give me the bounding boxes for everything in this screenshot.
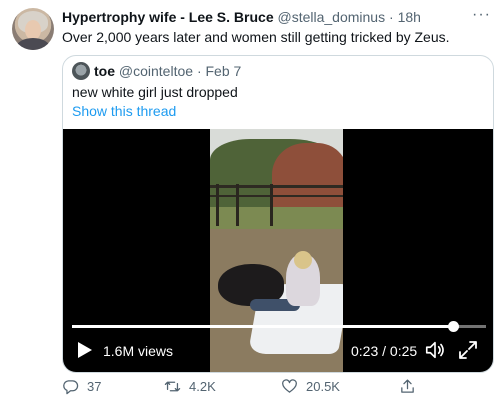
reply-count: 37 [87, 378, 102, 394]
fullscreen-icon[interactable] [458, 340, 478, 360]
tweet-header: Hypertrophy wife - Lee S. Bruce @stella_… [62, 9, 421, 26]
like-button[interactable]: 20.5K [281, 376, 340, 396]
video-progress-bar[interactable] [72, 321, 486, 332]
quoted-tweet[interactable]: toe @cointeltoe · Feb 7 new white girl j… [62, 55, 494, 373]
quoted-author-name[interactable]: toe [94, 63, 115, 79]
video-fence-post [270, 184, 273, 226]
reply-icon [63, 379, 79, 394]
tweet-actions: 37 4.2K 20.5K [62, 376, 494, 396]
video-player[interactable]: 1.6M views 0:23 / 0:25 [63, 129, 493, 372]
video-girl-hair [294, 251, 312, 269]
ellipsis-icon[interactable]: ··· [472, 6, 491, 24]
author-handle[interactable]: @stella_dominus [278, 9, 386, 25]
video-fence-post [236, 184, 239, 226]
quoted-tweet-text: new white girl just dropped [72, 84, 238, 100]
like-count: 20.5K [306, 378, 340, 394]
video-fence-rail [210, 185, 343, 188]
video-fence-rail [210, 195, 343, 197]
quoted-author-handle[interactable]: @cointeltoe [119, 63, 193, 79]
video-red-bush [272, 143, 343, 213]
video-progress-knob[interactable] [447, 321, 459, 332]
quoted-tweet-header: toe @cointeltoe · Feb 7 [94, 63, 241, 80]
retweet-icon [164, 381, 181, 391]
tweet[interactable]: Hypertrophy wife - Lee S. Bruce @stella_… [0, 0, 501, 400]
quoted-tweet-timestamp[interactable]: Feb 7 [206, 63, 242, 79]
separator-dot: · [196, 63, 202, 79]
share-icon [401, 378, 414, 393]
video-timer: 0:23 / 0:25 [351, 343, 418, 359]
avatar-face [25, 20, 41, 40]
heart-icon [282, 378, 297, 393]
avatar-body [16, 38, 50, 50]
retweet-count: 4.2K [189, 378, 216, 394]
video-fence-post [216, 184, 219, 226]
tweet-text: Over 2,000 years later and women still g… [62, 29, 450, 45]
video-frame [210, 129, 343, 372]
separator-dot: · [389, 9, 394, 25]
video-view-count: 1.6M views [103, 343, 174, 359]
show-thread-link[interactable]: Show this thread [72, 102, 176, 120]
volume-icon[interactable] [424, 339, 446, 361]
share-button[interactable] [399, 376, 416, 396]
play-icon[interactable] [77, 341, 93, 359]
retweet-button[interactable]: 4.2K [164, 376, 216, 396]
author-avatar[interactable] [12, 8, 54, 50]
tweet-timestamp[interactable]: 18h [398, 9, 421, 25]
quoted-author-avatar[interactable] [72, 62, 90, 80]
reply-button[interactable]: 37 [62, 376, 101, 396]
video-progress-fill [72, 325, 453, 328]
author-name[interactable]: Hypertrophy wife - Lee S. Bruce [62, 9, 274, 25]
